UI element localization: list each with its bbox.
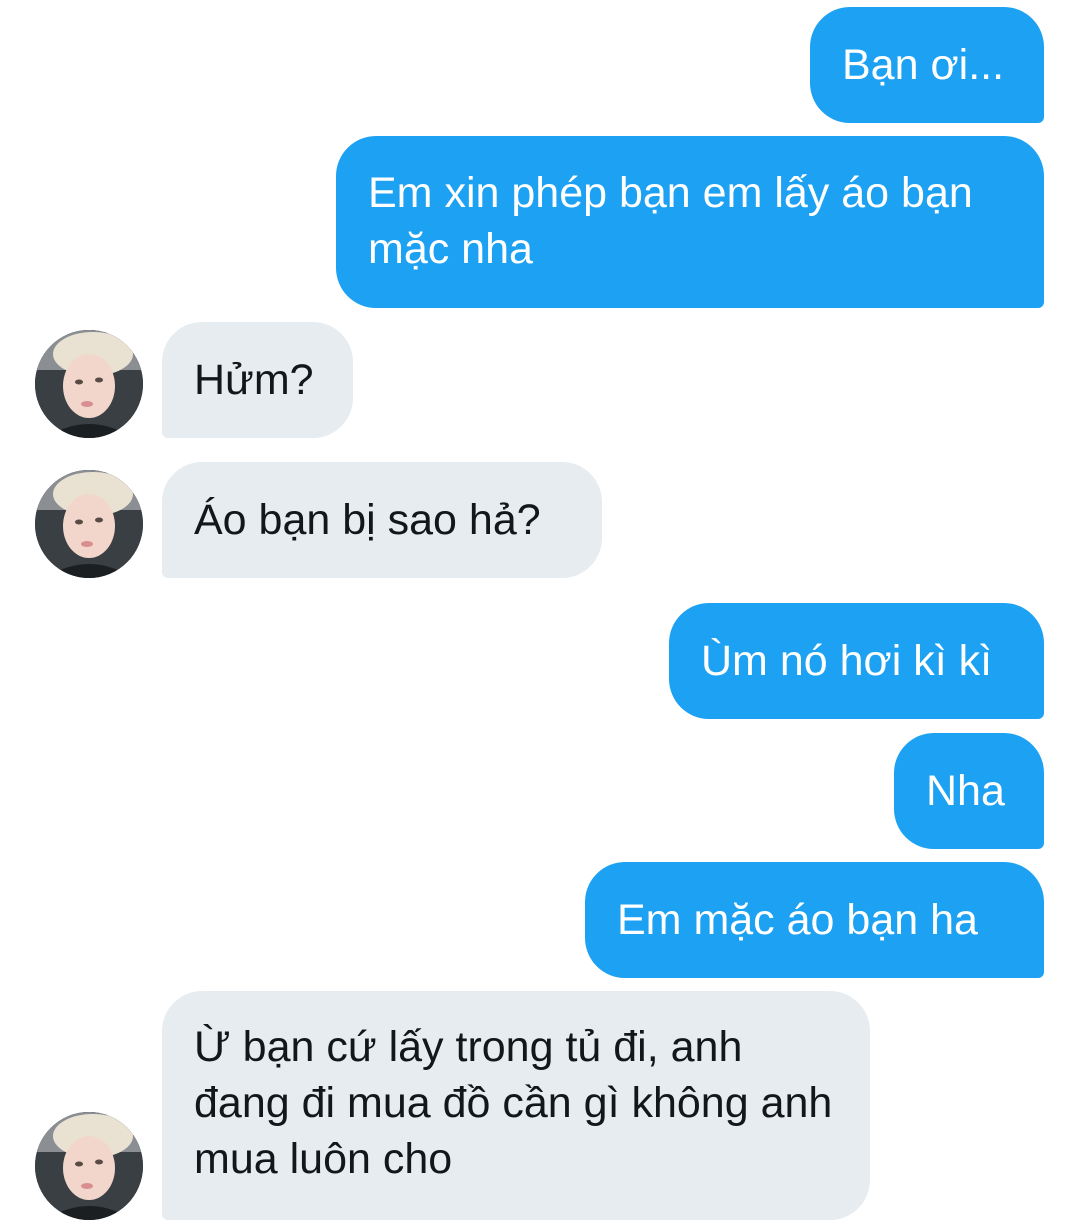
message-text: Hửm? bbox=[194, 356, 314, 404]
incoming-message-bubble[interactable]: Áo bạn bị sao hả? bbox=[162, 462, 602, 578]
incoming-message-bubble[interactable]: Hửm? bbox=[162, 322, 353, 438]
contact-avatar-photo-icon bbox=[35, 1112, 143, 1220]
outgoing-message-bubble[interactable]: Em mặc áo bạn ha bbox=[585, 862, 1044, 978]
message-text: Em xin phép bạn em lấy áo bạn mặc nha bbox=[368, 169, 973, 273]
contact-avatar-photo-icon bbox=[35, 330, 143, 438]
outgoing-message-bubble[interactable]: Bạn ơi... bbox=[810, 7, 1044, 123]
message-text: Ừ bạn cứ lấy trong tủ đi, anh đang đi mu… bbox=[194, 1023, 833, 1183]
contact-avatar-photo-icon bbox=[35, 470, 143, 578]
message-text: Áo bạn bị sao hả? bbox=[194, 496, 541, 544]
contact-avatar[interactable] bbox=[35, 330, 143, 438]
message-text: Ùm nó hơi kì kì bbox=[701, 637, 993, 685]
contact-avatar[interactable] bbox=[35, 1112, 143, 1220]
message-text: Bạn ơi... bbox=[842, 41, 1005, 89]
outgoing-message-bubble[interactable]: Em xin phép bạn em lấy áo bạn mặc nha bbox=[336, 136, 1044, 308]
message-thread: Bạn ơi... Em xin phép bạn em lấy áo bạn … bbox=[0, 0, 1080, 1230]
outgoing-message-bubble[interactable]: Ùm nó hơi kì kì bbox=[669, 603, 1044, 719]
message-text: Em mặc áo bạn ha bbox=[617, 896, 978, 944]
contact-avatar[interactable] bbox=[35, 470, 143, 578]
incoming-message-bubble[interactable]: Ừ bạn cứ lấy trong tủ đi, anh đang đi mu… bbox=[162, 991, 870, 1220]
outgoing-message-bubble[interactable]: Nha bbox=[894, 733, 1044, 849]
message-text: Nha bbox=[926, 767, 1005, 815]
